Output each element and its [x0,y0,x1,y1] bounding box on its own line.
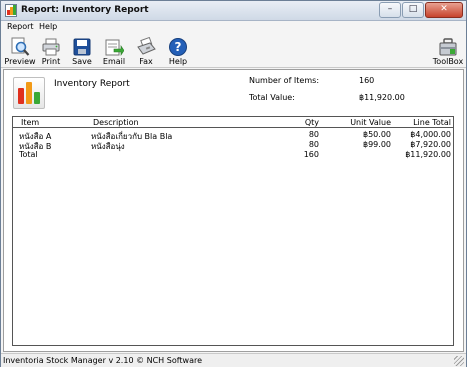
total-label: Total [19,150,38,159]
floppy-disk-icon [73,38,91,56]
printer-icon [42,38,60,56]
status-bar: Inventoria Stock Manager v 2.10 © NCH So… [1,353,466,367]
svg-text:?: ? [175,40,182,54]
window-title: Report: Inventory Report [21,5,149,15]
menu-bar: Report Help [1,21,466,34]
app-window: Report: Inventory Report – □ ✕ Report He… [0,0,467,367]
toolbox-icon [439,38,457,56]
app-icon [5,4,17,17]
column-unit-value: Unit Value [350,118,391,127]
total-qty: 160 [303,150,319,159]
toolbox-button[interactable]: ToolBox [431,36,465,67]
report-view: Inventory Report Number of Items: 160 To… [3,69,464,352]
magnifier-icon [11,37,30,56]
chart-logo-icon [13,77,45,109]
table-header: Item Description Qty Unit Value Line Tot… [13,117,453,128]
items-count-value: 160 [359,76,375,85]
status-text: Inventoria Stock Manager v 2.10 © NCH So… [3,356,203,365]
cell-description: หนังสือนุ่ง [91,142,125,151]
minimize-button[interactable]: – [379,2,401,18]
total-value-value: ฿11,920.00 [359,93,405,102]
column-line-total: Line Total [413,118,451,127]
column-description: Description [93,118,139,127]
resize-grip-icon[interactable] [454,356,464,366]
menu-report[interactable]: Report [7,22,34,31]
total-value-label: Total Value: [249,93,295,102]
cell-unit-value: ฿50.00 [363,130,391,139]
maximize-button[interactable]: □ [402,2,424,18]
cell-line-total: ฿4,000.00 [410,130,451,139]
cell-line-total: ฿7,920.00 [410,140,451,149]
column-qty: Qty [304,118,319,127]
menu-help[interactable]: Help [39,22,57,31]
inventory-table: Item Description Qty Unit Value Line Tot… [12,116,454,346]
cell-unit-value: ฿99.00 [363,140,391,149]
title-bar[interactable]: Report: Inventory Report – □ ✕ [1,1,466,21]
toolbox-label: ToolBox [432,57,464,66]
help-button[interactable]: ? Help [161,36,195,67]
email-icon [105,39,124,56]
window-controls: – □ ✕ [378,2,463,18]
column-item: Item [21,118,40,127]
cell-qty: 80 [308,130,319,139]
fax-icon [137,37,156,55]
total-line-total: ฿11,920.00 [405,150,451,159]
help-icon: ? [169,38,187,56]
help-label: Help [168,57,188,66]
toolbar: Preview Print Save Email Fax ? Help Tool… [1,34,466,68]
close-button[interactable]: ✕ [425,2,463,18]
cell-qty: 80 [308,140,319,149]
report-title: Inventory Report [54,79,130,89]
items-count-label: Number of Items: [249,76,320,85]
